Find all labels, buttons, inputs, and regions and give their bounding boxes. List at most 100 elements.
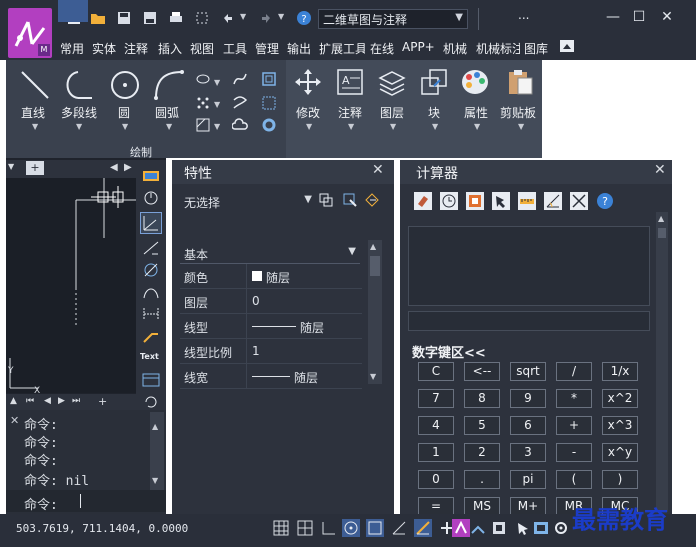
calc-key[interactable]: 0 <box>418 470 454 489</box>
line-tool-icon[interactable] <box>18 68 52 102</box>
annotation-scale-icon[interactable] <box>514 519 532 537</box>
ellipse-tool-icon[interactable] <box>196 72 210 86</box>
properties-dropdown-icon[interactable]: ▼ <box>474 122 480 131</box>
spline-tool-icon[interactable] <box>232 72 248 86</box>
undo-icon[interactable] <box>220 10 236 26</box>
calc-key[interactable]: + <box>556 416 592 435</box>
text-style-icon[interactable]: Text <box>140 352 159 361</box>
tab-dropdown-icon[interactable]: ▼ <box>8 162 14 171</box>
calculator-input[interactable] <box>408 311 650 331</box>
dim-ordinate-icon[interactable] <box>140 212 162 234</box>
menu-manage[interactable]: 管理 <box>255 40 279 57</box>
calc-key[interactable]: C <box>418 362 454 381</box>
annotation-icon[interactable]: A <box>336 68 364 96</box>
calc-key[interactable]: 9 <box>510 389 546 408</box>
get-intersection-icon[interactable] <box>570 192 588 210</box>
polyline-tool-icon[interactable] <box>62 68 96 102</box>
calc-key[interactable]: ) <box>602 470 638 489</box>
dim-angular-icon[interactable] <box>142 190 160 206</box>
prop-row-lineweight[interactable]: 线宽 随层 <box>180 364 362 389</box>
menu-extension-tools[interactable]: 扩展工具 <box>319 40 365 57</box>
properties-palette-icon[interactable] <box>460 68 490 96</box>
leader-icon[interactable] <box>142 328 160 344</box>
osnap-icon[interactable] <box>366 519 384 537</box>
minimize-icon[interactable]: — <box>604 8 622 26</box>
calc-key[interactable]: 1 <box>418 443 454 462</box>
menu-solid[interactable]: 实体 <box>92 40 116 57</box>
annotation-label[interactable]: 注释 <box>338 104 362 121</box>
line-tool-dropdown-icon[interactable]: ▼ <box>32 122 38 131</box>
scroll-up-icon[interactable]: ▲ <box>370 242 376 251</box>
maximize-icon[interactable]: ☐ <box>630 8 648 26</box>
properties-label[interactable]: 属性 <box>464 104 488 121</box>
command-close-icon[interactable]: ✕ <box>10 414 19 427</box>
group-basic-header[interactable]: 基本 ▼ <box>180 244 360 264</box>
paste-to-cmdline-icon[interactable] <box>466 192 484 210</box>
calc-key[interactable]: 1/x <box>602 362 638 381</box>
menu-online[interactable]: 在线 <box>370 40 394 57</box>
app-status-icon[interactable] <box>452 519 470 537</box>
dim-linear-icon[interactable] <box>142 168 160 184</box>
redo-icon[interactable] <box>258 10 274 26</box>
table-icon[interactable] <box>142 372 160 388</box>
refresh-icon[interactable] <box>142 394 160 410</box>
ortho-icon[interactable] <box>320 519 338 537</box>
circle-tool-dropdown-icon[interactable]: ▼ <box>122 122 128 131</box>
hatch-dropdown-icon[interactable]: ▼ <box>214 122 220 131</box>
point-dropdown-icon[interactable]: ▼ <box>214 100 220 109</box>
collapse-ribbon-icon[interactable] <box>560 40 574 52</box>
workspace-select[interactable]: 二维草图与注释 ▼ <box>318 9 468 29</box>
print-icon[interactable] <box>168 10 184 26</box>
circle-tool-icon[interactable] <box>108 68 142 102</box>
dim-arc-icon[interactable] <box>142 284 160 300</box>
transparency-icon[interactable] <box>470 519 488 537</box>
grid-display-icon[interactable] <box>296 519 314 537</box>
calc-key[interactable]: 2 <box>464 443 500 462</box>
prop-row-layer[interactable]: 图层 0 <box>180 289 362 314</box>
layer-label[interactable]: 图层 <box>380 104 404 121</box>
drawing-canvas[interactable] <box>6 178 136 393</box>
selection-dropdown[interactable]: 无选择 ▼ <box>180 190 316 212</box>
calc-key[interactable]: x^3 <box>602 416 638 435</box>
calc-key[interactable]: x^y <box>602 443 638 462</box>
clipboard-icon[interactable] <box>506 68 534 96</box>
calc-key[interactable]: 5 <box>464 416 500 435</box>
prop-row-color[interactable]: 颜色 随层 <box>180 264 362 289</box>
save-as-icon[interactable] <box>142 10 158 26</box>
circle-tool-label[interactable]: 圆 <box>118 104 130 121</box>
scroll-down-icon[interactable]: ▼ <box>152 476 158 485</box>
scroll-thumb[interactable] <box>370 256 380 276</box>
rectangle-tool-icon[interactable] <box>262 72 276 86</box>
properties-close-icon[interactable]: ✕ <box>372 162 384 178</box>
layout-first-icon[interactable]: ▲ <box>10 396 17 406</box>
app-logo[interactable]: M <box>8 8 52 58</box>
modify-dropdown-icon[interactable]: ▼ <box>306 122 312 131</box>
revision-cloud-icon[interactable] <box>232 96 248 110</box>
block-dropdown-icon[interactable]: ▼ <box>432 122 438 131</box>
calc-key[interactable]: * <box>556 389 592 408</box>
hatch-tool-icon[interactable] <box>196 118 210 132</box>
scroll-down-icon[interactable]: ▼ <box>370 372 376 381</box>
block-icon[interactable] <box>420 68 448 96</box>
polyline-tool-dropdown-icon[interactable]: ▼ <box>76 122 82 131</box>
calc-key[interactable]: sqrt <box>510 362 546 381</box>
selection-cycle-icon[interactable] <box>490 519 508 537</box>
workspace-switch-icon[interactable] <box>532 519 550 537</box>
calc-key[interactable]: <-- <box>464 362 500 381</box>
scroll-thumb[interactable] <box>658 228 666 238</box>
calc-key[interactable]: / <box>556 362 592 381</box>
layer-dropdown-icon[interactable]: ▼ <box>390 122 396 131</box>
menu-app-plus[interactable]: APP+ <box>402 40 435 54</box>
calc-key[interactable]: ( <box>556 470 592 489</box>
menu-tools[interactable]: 工具 <box>223 40 247 57</box>
dynamic-input-icon[interactable] <box>414 519 432 537</box>
dim-radius-icon[interactable] <box>142 240 160 256</box>
scroll-up-icon[interactable]: ▲ <box>658 214 664 223</box>
select-window-icon[interactable] <box>194 10 210 26</box>
calc-key[interactable]: 4 <box>418 416 454 435</box>
cloud-icon[interactable] <box>232 118 248 132</box>
calculator-close-icon[interactable]: ✕ <box>654 162 666 178</box>
menu-output[interactable]: 输出 <box>287 40 311 57</box>
modify-move-icon[interactable] <box>294 68 322 96</box>
layer-icon[interactable] <box>378 68 406 96</box>
